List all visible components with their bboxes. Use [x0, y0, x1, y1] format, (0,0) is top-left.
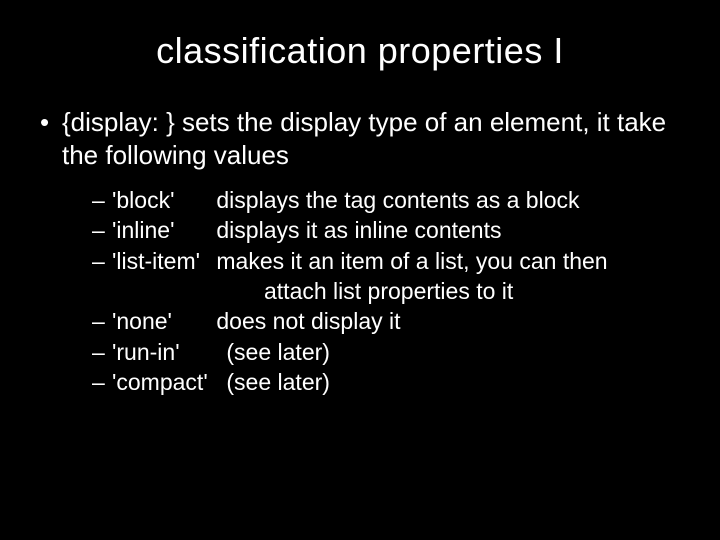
dash-icon: – [92, 185, 112, 215]
dash-icon: – [92, 246, 112, 276]
main-bullet-text: {display: } sets the display type of an … [62, 107, 666, 170]
list-item-continuation: attach list properties to it [92, 276, 684, 306]
value-desc: makes it an item of a list, you can then [216, 248, 607, 274]
value-desc: (see later) [226, 339, 330, 365]
value-label: 'list-item' [112, 246, 210, 276]
list-item: –'compact' (see later) [92, 367, 684, 397]
slide-title: classification properties I [36, 30, 684, 72]
value-desc: does not display it [216, 308, 400, 334]
main-bullet: •{display: } sets the display type of an… [36, 106, 684, 171]
value-label: 'block' [112, 185, 210, 215]
bullet-icon: • [40, 106, 62, 139]
value-desc: displays the tag contents as a block [216, 187, 579, 213]
value-label: 'run-in' [112, 337, 220, 367]
value-desc: displays it as inline contents [216, 217, 501, 243]
dash-icon: – [92, 337, 112, 367]
value-label: 'compact' [112, 367, 220, 397]
dash-icon: – [92, 367, 112, 397]
value-label: 'none' [112, 306, 210, 336]
value-desc: (see later) [226, 369, 330, 395]
slide: classification properties I •{display: }… [0, 0, 720, 540]
value-label: 'inline' [112, 215, 210, 245]
sub-list: –'block' displays the tag contents as a … [36, 185, 684, 398]
dash-icon: – [92, 306, 112, 336]
list-item: –'none' does not display it [92, 306, 684, 336]
list-item: –'block' displays the tag contents as a … [92, 185, 684, 215]
dash-icon: – [92, 215, 112, 245]
list-item: –'list-item' makes it an item of a list,… [92, 246, 684, 276]
list-item: –'inline' displays it as inline contents [92, 215, 684, 245]
list-item: –'run-in' (see later) [92, 337, 684, 367]
